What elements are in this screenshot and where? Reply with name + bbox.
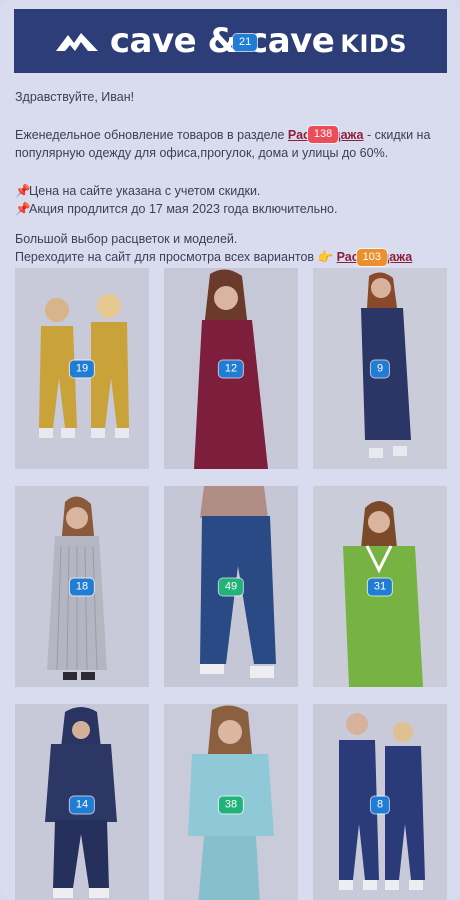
header-badge: 21 [233, 34, 258, 51]
product-grid: 19 12 9 18 49 31 14 38 8 [15, 268, 447, 900]
sale-link-badge: 138 [307, 126, 339, 143]
pin-icon: 📌 [15, 202, 31, 216]
product-badge: 12 [218, 360, 244, 377]
email-frame: cave & cave KIDS 21 Здравствуйте, Иван! Е… [0, 0, 460, 900]
product-card[interactable]: 8 [313, 704, 447, 900]
product-card[interactable]: 19 [15, 268, 149, 469]
product-card[interactable]: 14 [15, 704, 149, 900]
product-card[interactable]: 31 [313, 486, 447, 687]
note-item: 📌Акция продлится до 17 мая 2023 года вкл… [15, 202, 338, 216]
brand-logo: cave & cave KIDS [110, 21, 407, 61]
pin-icon: 📌 [15, 184, 31, 198]
product-badge: 38 [218, 796, 244, 813]
intro-paragraph: Еженедельное обновление товаров в раздел… [15, 126, 447, 162]
product-badge: 49 [218, 578, 244, 595]
product-badge: 19 [69, 360, 95, 377]
brand-header[interactable]: cave & cave KIDS 21 [14, 9, 447, 73]
cta-line1: Большой выбор расцветок и моделей. [15, 232, 238, 246]
product-card[interactable]: 9 [313, 268, 447, 469]
notes-list: 📌Цена на сайте указана с учетом скидки. … [15, 182, 447, 218]
sale-link-2-badge: 103 [356, 249, 387, 266]
intro-text: Еженедельное обновление товаров в раздел… [15, 128, 288, 142]
product-card[interactable]: 18 [15, 486, 149, 687]
note-item: 📌Цена на сайте указана с учетом скидки. [15, 184, 261, 198]
pointing-hand-icon: 👉 [317, 250, 334, 264]
product-card[interactable]: 12 [164, 268, 298, 469]
cta-block: Большой выбор расцветок и моделей. Перех… [15, 230, 447, 266]
product-badge: 31 [367, 578, 393, 595]
brand-kids: KIDS [340, 30, 408, 58]
cta-line2: Переходите на сайт для просмотра всех ва… [15, 248, 447, 266]
product-card[interactable]: 49 [164, 486, 298, 687]
greeting: Здравствуйте, Иван! [15, 90, 135, 104]
mountain-logo-icon [55, 33, 98, 51]
product-badge: 8 [370, 796, 390, 813]
brand-name: cave & cave [109, 21, 335, 61]
email-body: Здравствуйте, Иван! Еженедельное обновле… [15, 88, 447, 266]
product-badge: 9 [370, 360, 390, 377]
product-card[interactable]: 38 [164, 704, 298, 900]
product-badge: 18 [69, 578, 95, 595]
product-badge: 14 [69, 796, 95, 813]
